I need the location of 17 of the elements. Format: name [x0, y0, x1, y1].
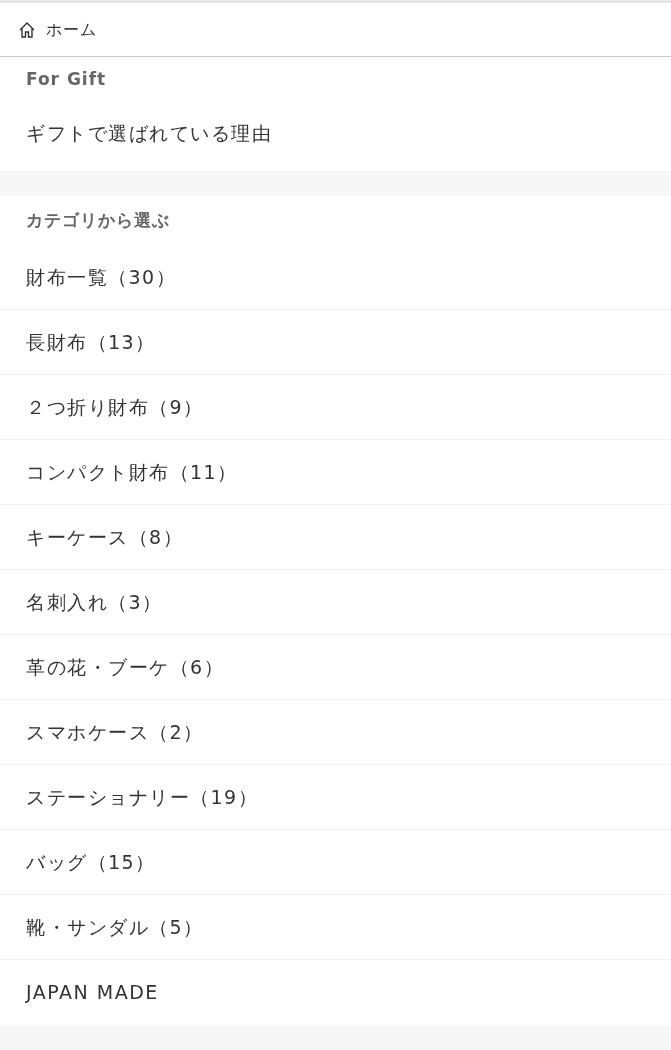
section-heading: カテゴリから選ぶ	[25, 208, 171, 232]
menu-link[interactable]: 名刺入れ（3）	[0, 570, 671, 635]
section-heading: For Gift	[25, 68, 108, 92]
menu-link[interactable]: バッグ（15）	[0, 830, 671, 895]
menu-link[interactable]: 財布一覧（30）	[0, 245, 671, 310]
menu-link[interactable]: キーケース（8）	[0, 505, 671, 570]
menu-link[interactable]: 靴・サンダル（5）	[0, 895, 671, 960]
menu-link[interactable]: 革の花・ブーケ（6）	[0, 635, 671, 700]
menu-link[interactable]: ２つ折り財布（9）	[0, 375, 671, 440]
menu-link[interactable]: ギフトで選ばれている理由	[0, 103, 671, 163]
home-link[interactable]: ホーム	[18, 17, 97, 42]
menu-link[interactable]: JAPAN MADE	[0, 960, 671, 1025]
menu-link[interactable]: 長財布（13）	[0, 310, 671, 375]
menu-link[interactable]: ステーショナリー（19）	[0, 765, 671, 830]
menu-link[interactable]: コンパクト財布（11）	[0, 440, 671, 505]
home-icon	[18, 20, 36, 39]
menu-link[interactable]: スマホケース（2）	[0, 700, 671, 765]
